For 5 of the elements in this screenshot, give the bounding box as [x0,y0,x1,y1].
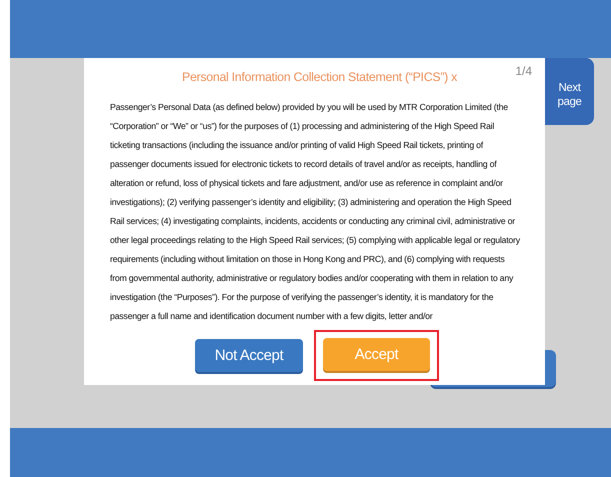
page-indicator: 1/4 [515,64,532,78]
dialog-title: Personal Information Collection Statement (“PICS”) x [182,70,458,84]
statement-text: Passenger’s Personal Data (as defined below) provided by you will be used by MTR Corporation Limited (the “Corporation” or “We” or “us”) for the purposes of (1) processing and administering of the High Speed Rail ticketing transactions (including the issuance and/or printing of valid High Speed Rail tickets, printing of passenger documents issued for electronic tickets to record details of travel and/or as receipts, handling of alteration or refund, loss of physical tickets and fare adjustment, and/or use as reference in complaint and/or investigations); (2) verifying passenger’s identity and eligibility; (3) administering and operation the High Speed Rail services; (4) investigating complaints, incidents, accidents or conducting any criminal civil, administrative or other legal proceedings relating to the High Speed Rail services; (5) complying with applicable legal or regulatory requirements (including without limitation on those in Hong Kong and PRC), and (6) complying with requests from governmental authority, administrative or regulatory bodies and/or cooperating with them in relation to any investigation (the “Purposes”). For the purpose of verifying the passenger’s identity, it is mandatory for the passenger a full name and identification document number with a few digits, letter and/or [110,101,520,323]
next-page-button[interactable]: Next page [545,58,594,125]
decline-button[interactable]: Not Accept [195,339,303,372]
